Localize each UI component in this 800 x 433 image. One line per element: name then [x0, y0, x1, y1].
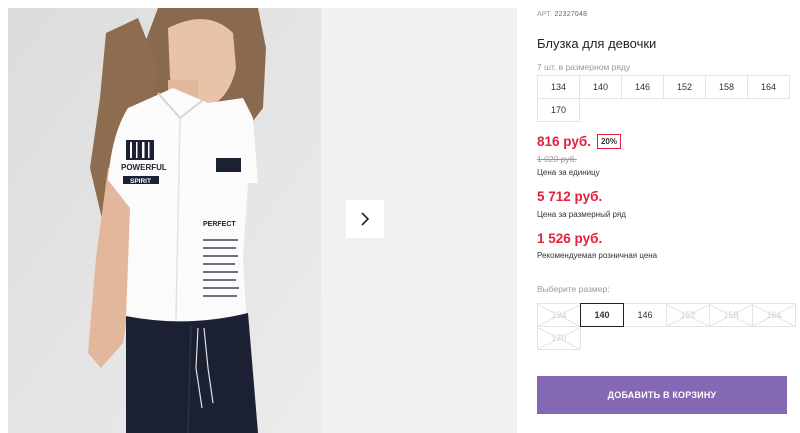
size-option-158[interactable]: 158 [709, 303, 753, 327]
shirt-print-spirit: SPIRIT [130, 178, 151, 185]
size-option-146[interactable]: 146 [623, 303, 667, 327]
series-size-cell: 164 [747, 75, 790, 99]
article-value: 22327048 [554, 11, 588, 18]
product-gallery: POWERFUL SPIRIT PERFECT [8, 8, 517, 433]
size-option-140[interactable]: 140 [580, 303, 624, 327]
product-title: Блузка для девочки [537, 36, 657, 51]
series-size-cell: 134 [537, 75, 580, 99]
series-price-caption: Цена за размерный ряд [537, 210, 626, 219]
size-option-170[interactable]: 170 [537, 326, 581, 350]
size-option-164[interactable]: 164 [752, 303, 796, 327]
unit-price: 816 руб. [537, 134, 591, 149]
size-option-134[interactable]: 134 [537, 303, 581, 327]
size-option-152[interactable]: 152 [666, 303, 710, 327]
shirt-print-perfect: PERFECT [203, 221, 236, 228]
unit-price-row: 816 руб. 20% [537, 134, 621, 149]
series-size-grid: 134 140 146 152 158 164 170 [537, 75, 790, 122]
next-image-button[interactable] [346, 200, 384, 238]
series-size-cell: 140 [579, 75, 622, 99]
series-size-cell: 170 [537, 98, 580, 122]
add-to-cart-button[interactable]: ДОБАВИТЬ В КОРЗИНУ [537, 376, 787, 414]
series-price: 5 712 руб. [537, 189, 603, 204]
series-size-cell: 146 [621, 75, 664, 99]
unit-price-caption: Цена за единицу [537, 168, 600, 177]
series-note: 7 шт. в размерном ряду [537, 62, 631, 72]
series-size-cell: 158 [705, 75, 748, 99]
size-selector: 134 140 146 152 158 164 170 [537, 303, 797, 350]
chevron-right-icon [361, 212, 370, 226]
product-photo[interactable]: POWERFUL SPIRIT PERFECT [8, 8, 321, 433]
old-price: 1 020 руб. [537, 154, 577, 164]
discount-badge: 20% [596, 134, 621, 149]
retail-price-caption: Рекомендуемая розничная цена [537, 251, 658, 260]
series-size-cell: 152 [663, 75, 706, 99]
article-number: АРТ. 22327048 [537, 11, 587, 18]
shirt-print-powerful: POWERFUL [121, 163, 167, 172]
product-photo-illustration: POWERFUL SPIRIT PERFECT [8, 8, 321, 433]
article-label: АРТ. [537, 11, 553, 18]
choose-size-label: Выберите размер: [537, 284, 610, 294]
retail-price: 1 526 руб. [537, 231, 603, 246]
